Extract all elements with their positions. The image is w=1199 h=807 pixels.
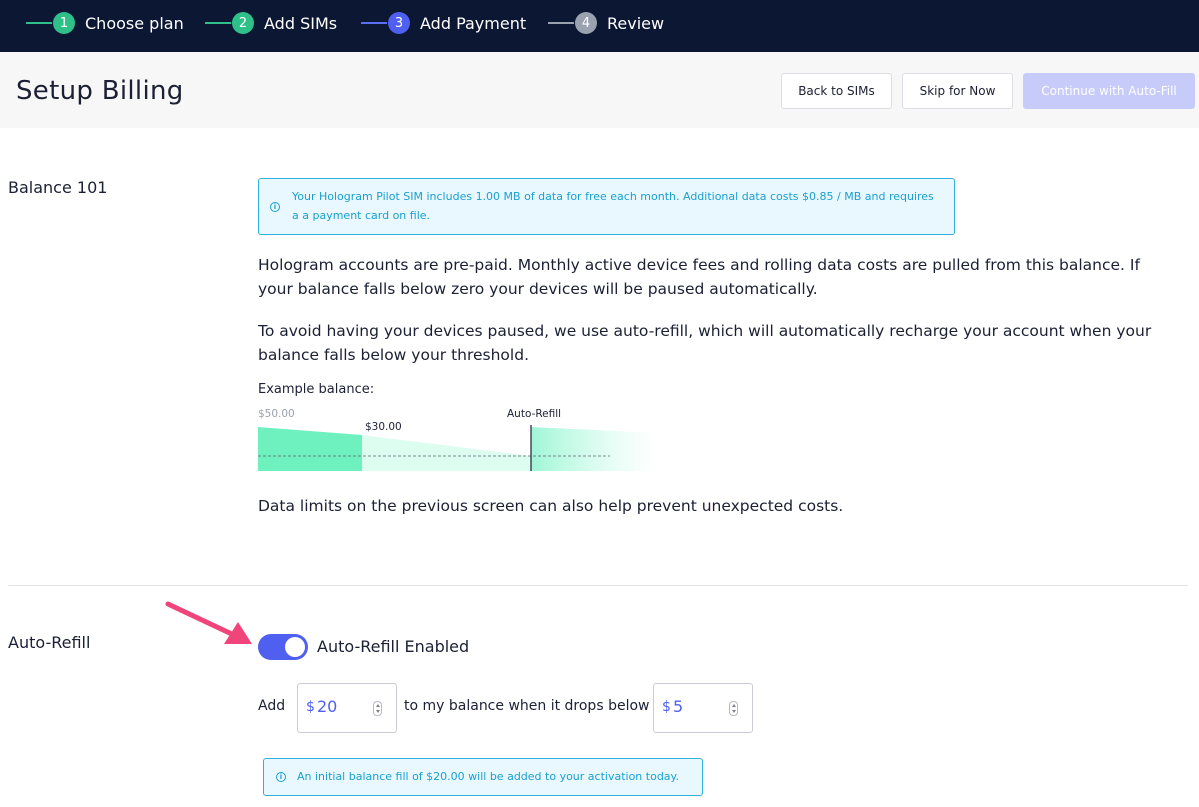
step-label: Add Payment xyxy=(420,13,527,33)
progress-stepper: 1 Choose plan 2 Add SIMs 3 Add Payment 4… xyxy=(0,0,1199,52)
spent-balance-area xyxy=(258,427,362,471)
step-number: 3 xyxy=(388,12,410,34)
info-icon: i xyxy=(276,772,286,782)
add-label: Add xyxy=(258,698,286,714)
prepaid-paragraph: Hologram accounts are pre-paid. Monthly … xyxy=(258,256,1140,298)
amount-stepper-icon[interactable] xyxy=(373,701,382,716)
declining-balance-area xyxy=(362,435,531,471)
step-connector xyxy=(26,22,52,24)
step-label: Review xyxy=(607,13,665,33)
refill-amount-value[interactable]: 20 xyxy=(317,697,337,716)
step-label: Add SIMs xyxy=(264,13,338,33)
free-data-info-box: i Your Hologram Pilot SIM includes 1.00 … xyxy=(258,178,955,235)
step-review[interactable]: 4 Review xyxy=(548,0,664,46)
step-label: Choose plan xyxy=(85,13,184,33)
pointer-arrow-icon xyxy=(165,601,252,644)
example-balance-label: Example balance: xyxy=(258,382,375,397)
page-title: Setup Billing xyxy=(16,76,184,106)
step-number: 1 xyxy=(53,12,75,34)
info-text: Your Hologram Pilot SIM includes 1.00 MB… xyxy=(292,190,934,222)
info-icon: i xyxy=(270,202,280,212)
threshold-input[interactable]: $ 5 xyxy=(653,683,753,733)
currency-symbol: $ xyxy=(306,699,315,715)
balance-section-label: Balance 101 xyxy=(8,178,108,197)
step-choose-plan[interactable]: 1 Choose plan xyxy=(26,0,184,46)
start-balance-label: $50.00 xyxy=(258,408,295,420)
section-divider xyxy=(8,585,1188,586)
initial-balance-text: An initial balance fill of $20.00 will b… xyxy=(297,770,679,783)
step-number: 2 xyxy=(232,12,254,34)
auto-refill-paragraph: To avoid having your devices paused, we … xyxy=(258,322,1152,364)
example-balance-chart xyxy=(258,425,658,471)
threshold-stepper-icon[interactable] xyxy=(729,701,738,716)
step-connector xyxy=(361,22,387,24)
continue-auto-fill-button[interactable]: Continue with Auto-Fill xyxy=(1023,73,1195,109)
step-connector xyxy=(548,22,574,24)
step-number: 4 xyxy=(575,12,597,34)
auto-refill-toggle-label: Auto-Refill Enabled xyxy=(317,637,470,656)
step-add-payment[interactable]: 3 Add Payment xyxy=(361,0,526,46)
page-header: Setup Billing Back to SIMs Skip for Now … xyxy=(0,52,1199,128)
step-connector xyxy=(205,22,231,24)
refill-amount-input[interactable]: $ 20 xyxy=(297,683,397,733)
auto-refill-toggle[interactable] xyxy=(258,634,308,660)
initial-balance-info-box: i An initial balance fill of $20.00 will… xyxy=(263,758,703,796)
threshold-value[interactable]: 5 xyxy=(673,697,683,716)
toggle-knob xyxy=(285,637,305,657)
auto-refill-section-label: Auto-Refill xyxy=(8,633,91,652)
auto-refill-marker-label: Auto-Refill xyxy=(507,408,562,420)
refilled-balance-area xyxy=(531,427,658,471)
data-limits-paragraph: Data limits on the previous screen can a… xyxy=(258,497,844,515)
skip-for-now-button[interactable]: Skip for Now xyxy=(902,73,1013,109)
back-to-sims-button[interactable]: Back to SIMs xyxy=(781,73,892,109)
currency-symbol: $ xyxy=(662,699,671,715)
step-add-sims[interactable]: 2 Add SIMs xyxy=(205,0,337,46)
threshold-description: to my balance when it drops below xyxy=(404,698,650,714)
